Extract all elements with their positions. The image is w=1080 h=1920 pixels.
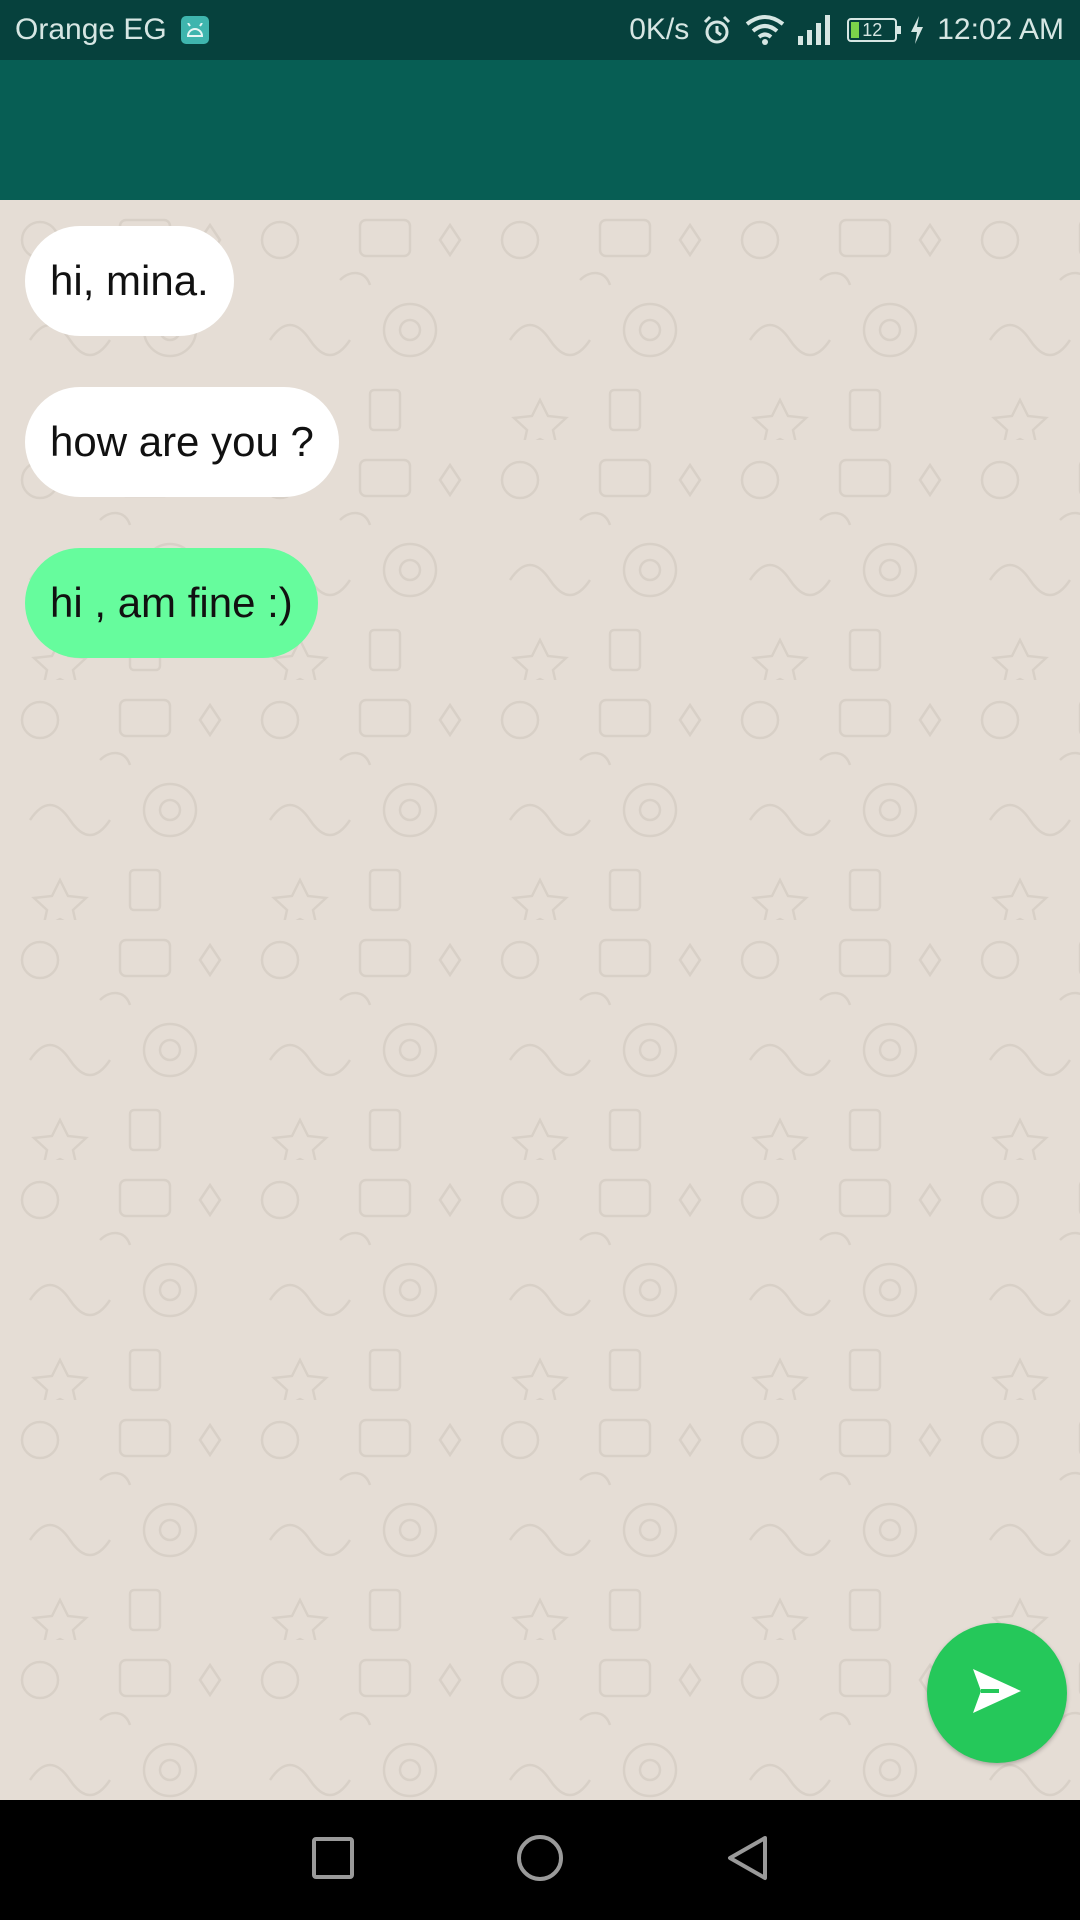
signal-icon [797,14,835,46]
chat-area[interactable]: hi, mina. how are you ? hi , am fine :) [0,200,1080,1800]
outgoing-message[interactable]: hi , am fine :) [25,548,318,658]
alarm-icon [701,14,733,46]
status-right: 0K/s 12 12:02 AM [629,13,1064,47]
send-button[interactable] [927,1623,1067,1763]
back-icon[interactable] [725,1834,769,1887]
message-text: hi, mina. [50,257,209,304]
app-toolbar [0,60,1080,200]
navigation-bar [0,1800,1080,1920]
recent-apps-icon[interactable] [311,1836,355,1885]
message-text: how are you ? [50,418,314,465]
incoming-message[interactable]: hi, mina. [25,226,234,336]
battery-icon: 12 [847,18,902,42]
network-speed: 0K/s [629,13,690,46]
status-bar: Orange EG 0K/s 12 12:02 AM [0,0,1080,60]
android-notification-icon [180,16,209,44]
message-text: hi , am fine :) [50,579,293,626]
battery-tip [897,26,902,34]
carrier-name: Orange EG [15,13,167,46]
incoming-message[interactable]: how are you ? [25,387,339,497]
wifi-icon [745,14,785,46]
battery-level [851,22,860,38]
home-icon[interactable] [515,1833,565,1888]
send-icon [969,1663,1025,1724]
battery-percent: 12 [862,19,883,40]
charging-icon [909,15,925,45]
status-left: Orange EG [15,13,209,47]
clock: 12:02 AM [937,13,1064,46]
